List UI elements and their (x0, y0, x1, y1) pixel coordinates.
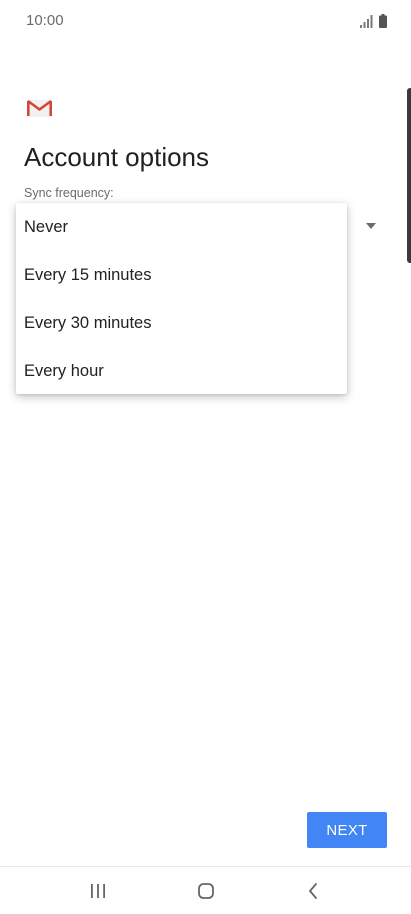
next-button[interactable]: NEXT (307, 812, 387, 848)
option-every-15-minutes[interactable]: Every 15 minutes (16, 251, 347, 299)
status-icons (360, 12, 387, 28)
navigation-bar (0, 866, 411, 914)
option-every-30-minutes[interactable]: Every 30 minutes (16, 299, 347, 347)
option-every-hour[interactable]: Every hour (16, 347, 347, 395)
screen: 10:00 Account options Sync frequency: Ne… (0, 0, 411, 914)
sync-frequency-dropdown: Never Every 15 minutes Every 30 minutes … (16, 203, 347, 394)
home-icon (198, 883, 214, 899)
signal-icon (360, 15, 373, 28)
sync-frequency-label: Sync frequency: (24, 186, 114, 200)
back-button[interactable] (301, 879, 325, 903)
gmail-logo-icon (27, 99, 52, 117)
recents-icon (91, 884, 105, 898)
option-never[interactable]: Never (16, 203, 347, 251)
status-time: 10:00 (26, 12, 64, 29)
home-button[interactable] (194, 879, 218, 903)
recents-button[interactable] (86, 879, 110, 903)
page-title: Account options (24, 142, 210, 172)
back-icon (309, 883, 317, 899)
edge-panel-handle[interactable] (407, 88, 411, 263)
battery-icon (379, 14, 387, 28)
status-bar: 10:00 (0, 0, 411, 40)
dropdown-arrow-icon[interactable] (366, 223, 376, 229)
